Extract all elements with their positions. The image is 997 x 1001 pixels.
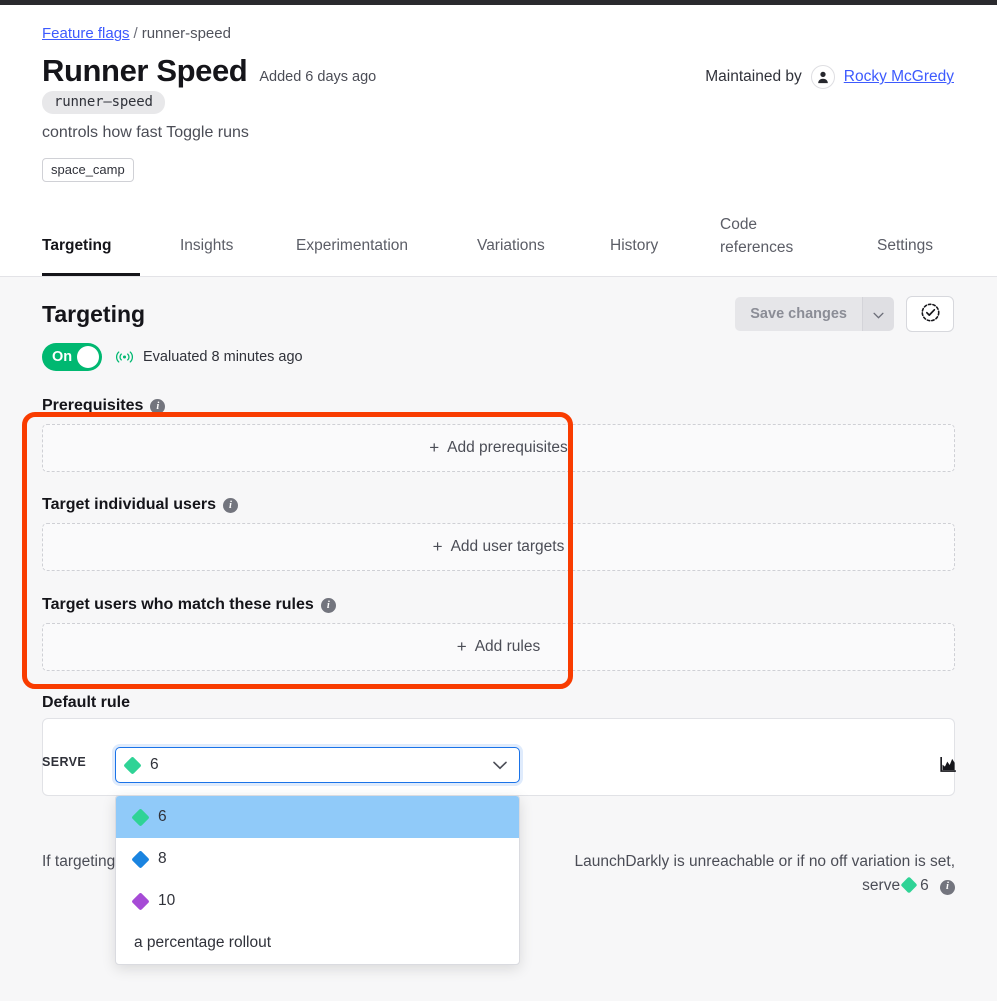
- variation-dropdown-menu[interactable]: 6 8 10 a percentage rollout: [115, 795, 520, 965]
- tab-targeting[interactable]: Targeting: [42, 205, 140, 276]
- variation-diamond-icon: [131, 807, 150, 827]
- plus-icon: +: [429, 438, 440, 457]
- flag-toggle-row: On Evaluated 8 minutes ago: [42, 343, 303, 371]
- save-changes-dropdown-button[interactable]: [862, 297, 894, 331]
- dropdown-option-label: a percentage rollout: [134, 934, 272, 951]
- flag-key-pill: runner–speed: [42, 91, 165, 114]
- toggle-state-label: On: [52, 349, 73, 365]
- dropdown-option-percentage-rollout[interactable]: a percentage rollout: [116, 922, 519, 964]
- info-icon[interactable]: i: [150, 398, 166, 414]
- chevron-down-icon: [873, 307, 884, 322]
- section-label-target-rules: Target users who match these rules i: [42, 596, 336, 614]
- tab-code-references-line1: Code: [720, 216, 758, 234]
- tab-code-references[interactable]: Code references: [720, 205, 812, 276]
- target-rules-label: Target users who match these rules: [42, 596, 314, 613]
- fallthrough-serve-word: serve: [862, 877, 901, 895]
- info-icon[interactable]: i: [222, 497, 238, 513]
- title-row: Runner Speed Added 6 days ago: [42, 53, 376, 89]
- tab-code-references-line2: references: [720, 238, 794, 256]
- plus-icon: +: [432, 537, 443, 556]
- breadcrumb-separator: /: [133, 25, 138, 42]
- add-user-targets-label: Add user targets: [450, 538, 565, 555]
- dropdown-option-10[interactable]: 10: [116, 880, 519, 922]
- maintainer-link[interactable]: Rocky McGredy: [844, 68, 954, 86]
- maintainer: Maintained by Rocky McGredy: [705, 65, 954, 89]
- flag-description: controls how fast Toggle runs: [42, 124, 249, 141]
- tab-bar: Targeting Insights Experimentation Varia…: [0, 206, 997, 277]
- add-rules-label: Add rules: [474, 638, 541, 655]
- page-title: Runner Speed: [42, 53, 248, 88]
- section-label-target-individual-users: Target individual users i: [42, 496, 238, 514]
- evaluated-text: Evaluated 8 minutes ago: [143, 349, 303, 365]
- approval-request-button[interactable]: [906, 296, 954, 332]
- dropdown-option-6[interactable]: 6: [116, 796, 519, 838]
- tab-variations[interactable]: Variations: [477, 205, 545, 276]
- prerequisites-label: Prerequisites: [42, 397, 144, 414]
- target-users-label: Target individual users: [42, 496, 216, 513]
- dropdown-option-label: 8: [158, 850, 167, 867]
- add-prerequisites-label: Add prerequisites: [447, 439, 568, 456]
- tab-experimentation[interactable]: Experimentation: [296, 205, 408, 276]
- toggle-knob: [77, 346, 99, 368]
- targeting-heading: Targeting: [42, 301, 146, 327]
- broadcast-icon: [116, 351, 133, 363]
- breadcrumb-current: runner-speed: [141, 25, 231, 42]
- default-rule-serve-select[interactable]: 6: [115, 747, 520, 783]
- dashed-circle-check-icon: [920, 302, 941, 326]
- variation-diamond-icon: [131, 891, 150, 911]
- added-timestamp: Added 6 days ago: [259, 69, 377, 85]
- flag-tag-chip[interactable]: space_camp: [42, 158, 134, 182]
- dropdown-option-label: 6: [158, 808, 167, 825]
- fallthrough-text: LaunchDarkly is unreachable or if no off…: [574, 853, 955, 870]
- plus-icon: +: [456, 637, 467, 656]
- info-icon[interactable]: i: [320, 597, 336, 613]
- save-changes-button[interactable]: Save changes: [735, 297, 862, 331]
- selected-variation-value: 6: [150, 756, 159, 773]
- tab-settings[interactable]: Settings: [877, 205, 933, 276]
- variation-diamond-icon: [123, 755, 142, 775]
- save-changes-group: Save changes: [735, 297, 894, 331]
- default-rule-label: Default rule: [42, 694, 131, 711]
- breadcrumb-link-feature-flags[interactable]: Feature flags: [42, 25, 130, 42]
- tab-history[interactable]: History: [610, 205, 658, 276]
- serve-label: SERVE: [42, 755, 87, 769]
- avatar: [810, 65, 835, 89]
- add-user-targets-button[interactable]: + Add user targets: [42, 523, 955, 571]
- dropdown-option-8[interactable]: 8: [116, 838, 519, 880]
- tab-insights[interactable]: Insights: [180, 205, 233, 276]
- dropdown-option-label: 10: [158, 892, 176, 909]
- variation-diamond-icon: [131, 849, 150, 869]
- flag-on-off-toggle[interactable]: On: [42, 343, 102, 371]
- targeting-actions: Save changes: [735, 296, 954, 332]
- add-rules-button[interactable]: + Add rules: [42, 623, 955, 671]
- maintained-by-label: Maintained by: [705, 68, 802, 85]
- section-label-prerequisites: Prerequisites i: [42, 397, 166, 415]
- breadcrumb: Feature flags / runner-speed: [42, 25, 231, 42]
- chevron-down-icon: [493, 761, 507, 770]
- add-prerequisites-button[interactable]: + Add prerequisites: [42, 424, 955, 472]
- fallthrough-serve-value: 6: [920, 877, 929, 895]
- variation-diamond-icon: [900, 876, 918, 894]
- info-icon[interactable]: i: [940, 879, 955, 895]
- bar-chart-icon[interactable]: [940, 756, 957, 777]
